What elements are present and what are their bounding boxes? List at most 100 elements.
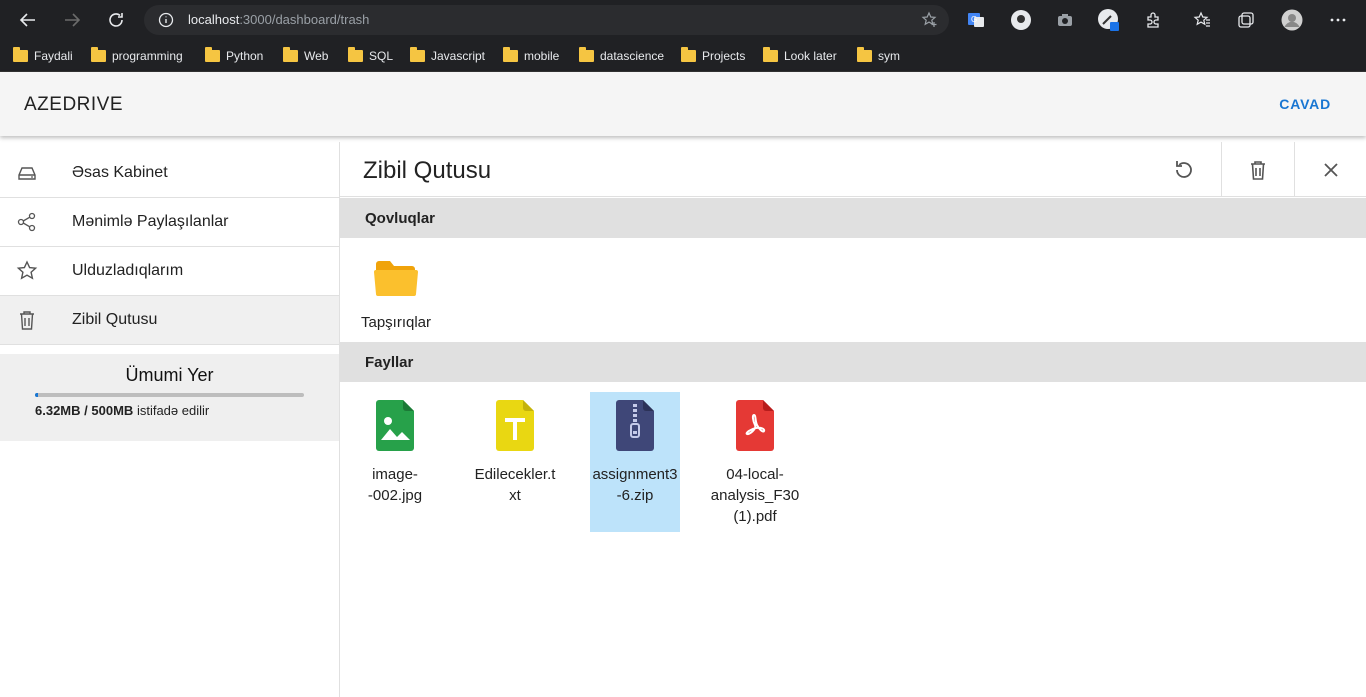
bookmark-label: Python: [226, 49, 264, 63]
sidebar-item-shared[interactable]: Mənimlə Paylaşılanlar: [0, 198, 339, 247]
collections-icon: [1238, 12, 1254, 28]
restore-button[interactable]: [1147, 142, 1220, 197]
favorites-button[interactable]: [1190, 8, 1214, 32]
translate-extension[interactable]: G: [964, 8, 988, 32]
main-panel: Zibil Qutusu Qovluqlar Tapşırıqlar Fayll…: [340, 142, 1366, 697]
storage-usage-text: 6.32MB / 500MB istifadə edilir: [35, 403, 210, 418]
sidebar-item-label: Ulduzladıqlarım: [72, 262, 184, 279]
bookmark-folder[interactable]: Javascript: [410, 47, 485, 65]
profile-button[interactable]: [1280, 8, 1304, 32]
storage-title: Ümumi Yer: [125, 365, 214, 385]
folder-tile[interactable]: Tapşırıqlar: [351, 254, 441, 333]
file-name: assignment3 -6.zip: [592, 466, 678, 504]
logout-button[interactable]: CAVAD: [1279, 96, 1331, 112]
folder-icon: [503, 47, 518, 62]
reload-button[interactable]: [104, 8, 128, 32]
sidebar-item-label: Mənimlə Paylaşılanlar: [72, 213, 229, 230]
delete-forever-button[interactable]: [1221, 142, 1294, 197]
close-icon: [1324, 162, 1338, 177]
address-bar[interactable]: localhost:3000/dashboard/trash: [144, 5, 949, 35]
add-favorite-icon[interactable]: [921, 11, 939, 29]
file-tile[interactable]: 04-local-analysis_F30 (1).pdf: [710, 392, 800, 532]
folder-icon: [681, 47, 696, 62]
bookmark-folder[interactable]: datascience: [579, 47, 664, 65]
file-name: 04-local-analysis_F30 (1).pdf: [710, 466, 800, 525]
files-section-header: Fayllar: [340, 342, 1366, 382]
app-header: AZEDRIVE CAVAD: [0, 72, 1366, 136]
bookmark-label: SQL: [369, 49, 394, 63]
bookmark-folder[interactable]: Projects: [681, 47, 745, 65]
folder-name: Tapşırıqlar: [360, 314, 432, 331]
folder-icon: [763, 47, 778, 62]
file-tile[interactable]: image- -002.jpg: [350, 392, 440, 532]
bookmark-folder[interactable]: SQL: [348, 47, 393, 65]
drive-icon: [18, 167, 36, 180]
bookmarks-bar: Faydali programming Python Web SQL Javas…: [0, 40, 1366, 72]
sidebar: Əsas Kabinet Mənimlə Paylaşılanlar Ulduz…: [0, 142, 340, 697]
file-name: image- -002.jpg: [367, 466, 423, 504]
bookmark-label: datascience: [600, 49, 665, 63]
trash-icon: [20, 311, 34, 330]
folder-icon: [374, 261, 418, 296]
puzzle-icon: [1147, 12, 1159, 28]
delete-forever-icon: [1251, 160, 1265, 180]
extension-two[interactable]: [1009, 8, 1033, 32]
bookmark-label: Projects: [702, 49, 746, 63]
storage-progress-bar: [35, 393, 304, 397]
bookmark-folder[interactable]: sym: [857, 47, 900, 65]
bookmark-folder[interactable]: Faydali: [13, 47, 73, 65]
image-file-icon: [376, 400, 414, 451]
folder-icon: [13, 47, 28, 62]
bookmark-folder[interactable]: Web: [283, 47, 328, 65]
bookmark-label: mobile: [524, 49, 560, 63]
app-logo[interactable]: AZEDRIVE: [24, 94, 123, 116]
share-icon: [17, 212, 36, 232]
settings-menu-button[interactable]: [1326, 8, 1350, 32]
forward-arrow-icon: [65, 13, 81, 27]
sidebar-item-trash[interactable]: Zibil Qutusu: [0, 296, 339, 345]
folder-icon: [410, 47, 425, 62]
sidebar-item-starred[interactable]: Ulduzladıqlarım: [0, 247, 339, 296]
extension-badge-icon: [1011, 10, 1031, 30]
forward-button[interactable]: [60, 8, 84, 32]
pdf-file-icon: [736, 400, 774, 451]
bookmark-label: sym: [878, 49, 900, 63]
back-arrow-icon: [19, 13, 35, 27]
back-button[interactable]: [16, 8, 40, 32]
folder-icon: [579, 47, 594, 62]
bookmark-folder[interactable]: programming: [91, 47, 183, 65]
restore-icon: [1175, 160, 1192, 178]
folder-icon: [283, 47, 298, 62]
bookmark-folder[interactable]: Python: [205, 47, 263, 65]
dev-extension[interactable]: [1097, 8, 1121, 32]
folder-icon: [205, 47, 220, 62]
profile-avatar-icon: [1281, 9, 1303, 31]
screenshot-extension[interactable]: [1053, 8, 1077, 32]
favorites-star-icon: [1193, 11, 1210, 27]
folder-icon: [857, 47, 872, 62]
svg-text:G: G: [971, 15, 977, 24]
zip-file-icon: [616, 400, 654, 451]
info-icon[interactable]: [158, 12, 174, 28]
folder-icon: [348, 47, 363, 62]
folders-section-header: Qovluqlar: [340, 198, 1366, 238]
sidebar-item-label: Zibil Qutusu: [72, 311, 158, 328]
bookmark-label: programming: [112, 49, 183, 63]
collections-button[interactable]: [1234, 8, 1258, 32]
file-tile[interactable]: Edilecekler.t xt: [470, 392, 560, 532]
extensions-button[interactable]: [1141, 8, 1165, 32]
more-dots-icon: [1330, 18, 1346, 22]
sidebar-item-home[interactable]: Əsas Kabinet: [0, 149, 339, 198]
storage-progress-fill: [35, 393, 39, 397]
bookmark-label: Faydali: [34, 49, 73, 63]
camera-icon: [1058, 14, 1072, 26]
translate-icon: G: [968, 13, 984, 27]
bookmark-folder[interactable]: Look later: [763, 47, 837, 65]
main-header: Zibil Qutusu: [340, 142, 1366, 197]
file-tile-selected[interactable]: assignment3 -6.zip: [590, 392, 680, 532]
close-button[interactable]: [1294, 142, 1366, 197]
bookmark-label: Javascript: [431, 49, 486, 63]
url-text: localhost:3000/dashboard/trash: [188, 12, 370, 27]
bookmark-folder[interactable]: mobile: [503, 47, 559, 65]
reload-icon: [109, 13, 123, 27]
